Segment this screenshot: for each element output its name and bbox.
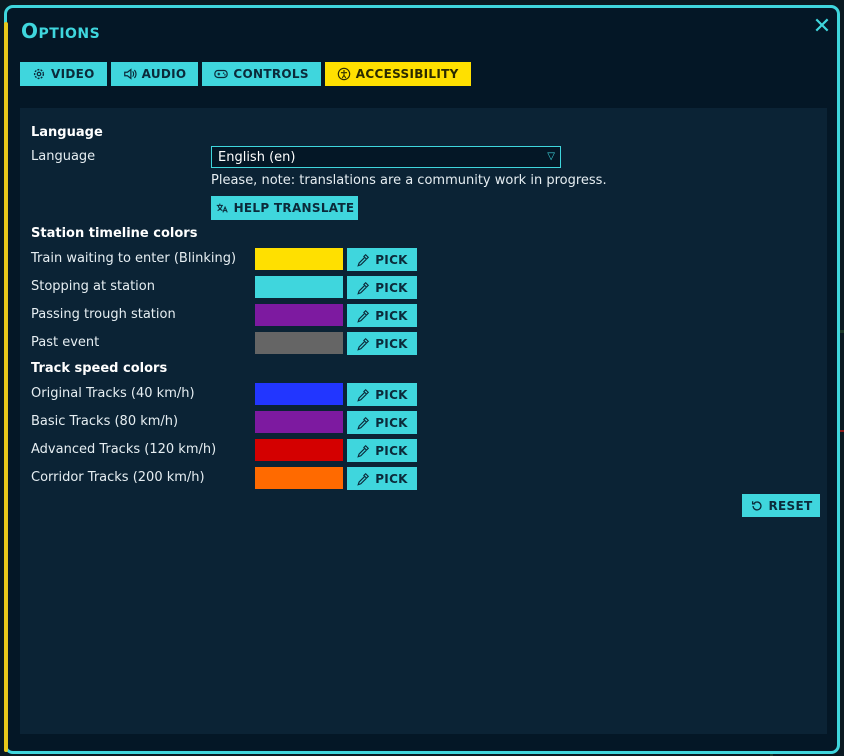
accessibility-icon	[337, 67, 351, 81]
language-select[interactable]: English (en) ▽	[211, 146, 561, 168]
track-color-label: Basic Tracks (80 km/h)	[31, 414, 179, 429]
color-swatch	[255, 411, 343, 433]
reset-label: RESET	[768, 498, 813, 513]
translate-icon	[216, 203, 228, 213]
tab-controls[interactable]: CONTROLS	[202, 62, 321, 86]
eyedropper-icon	[357, 472, 370, 486]
eyedropper-icon	[357, 416, 370, 430]
pick-color-button[interactable]: PICK	[347, 467, 417, 490]
help-translate-label: HELP TRANSLATE	[233, 201, 355, 215]
options-dialog: Options ✕ VIDEO AUDIO CONTROLS ACCESSIBI…	[4, 5, 840, 754]
reset-button[interactable]: RESET	[742, 494, 820, 517]
language-selected-value: English (en)	[218, 149, 296, 165]
tab-bar: VIDEO AUDIO CONTROLS ACCESSIBILITY	[20, 62, 471, 86]
section-language-title: Language	[31, 125, 103, 140]
tab-video-label: VIDEO	[51, 67, 95, 81]
color-swatch	[255, 467, 343, 489]
color-swatch	[255, 248, 343, 270]
pick-label: PICK	[375, 252, 408, 267]
eyedropper-icon	[357, 444, 370, 458]
color-swatch	[255, 383, 343, 405]
eyedropper-icon	[357, 309, 370, 323]
tab-controls-label: CONTROLS	[233, 67, 309, 81]
gear-icon	[33, 68, 45, 80]
eyedropper-icon	[357, 281, 370, 295]
station-color-label: Stopping at station	[31, 279, 155, 294]
accessibility-panel: Language Language English (en) ▽ Please,…	[20, 108, 827, 734]
section-track-colors-title: Track speed colors	[31, 361, 168, 376]
close-icon[interactable]: ✕	[811, 16, 833, 38]
station-color-label: Passing trough station	[31, 307, 176, 322]
tab-video[interactable]: VIDEO	[20, 62, 107, 86]
language-label: Language	[31, 149, 96, 164]
speaker-icon	[123, 68, 137, 80]
pick-label: PICK	[375, 280, 408, 295]
pick-color-button[interactable]: PICK	[347, 248, 417, 271]
reset-icon	[751, 500, 762, 511]
pick-color-button[interactable]: PICK	[347, 411, 417, 434]
pick-label: PICK	[375, 471, 408, 486]
track-color-label: Corridor Tracks (200 km/h)	[31, 470, 205, 485]
pick-label: PICK	[375, 387, 408, 402]
pick-label: PICK	[375, 415, 408, 430]
dialog-title: Options	[21, 19, 101, 43]
tab-audio-label: AUDIO	[141, 67, 187, 81]
color-swatch	[255, 332, 343, 354]
eyedropper-icon	[357, 388, 370, 402]
pick-label: PICK	[375, 443, 408, 458]
track-color-label: Original Tracks (40 km/h)	[31, 386, 195, 401]
pick-label: PICK	[375, 336, 408, 351]
pick-color-button[interactable]: PICK	[347, 383, 417, 406]
help-translate-button[interactable]: HELP TRANSLATE	[211, 196, 358, 220]
color-swatch	[255, 439, 343, 461]
eyedropper-icon	[357, 253, 370, 267]
pick-label: PICK	[375, 308, 408, 323]
color-swatch	[255, 304, 343, 326]
color-swatch	[255, 276, 343, 298]
eyedropper-icon	[357, 337, 370, 351]
tab-audio[interactable]: AUDIO	[110, 62, 199, 86]
translation-note: Please, note: translations are a communi…	[211, 173, 607, 188]
gamepad-icon	[214, 69, 229, 79]
chevron-down-icon: ▽	[547, 151, 555, 162]
tab-accessibility-label: ACCESSIBILITY	[355, 67, 459, 81]
pick-color-button[interactable]: PICK	[347, 332, 417, 355]
pick-color-button[interactable]: PICK	[347, 439, 417, 462]
track-color-label: Advanced Tracks (120 km/h)	[31, 442, 217, 457]
section-station-colors-title: Station timeline colors	[31, 226, 198, 241]
tab-accessibility[interactable]: ACCESSIBILITY	[324, 62, 471, 86]
station-color-label: Train waiting to enter (Blinking)	[31, 251, 237, 266]
pick-color-button[interactable]: PICK	[347, 304, 417, 327]
pick-color-button[interactable]: PICK	[347, 276, 417, 299]
station-color-label: Past event	[31, 335, 100, 350]
